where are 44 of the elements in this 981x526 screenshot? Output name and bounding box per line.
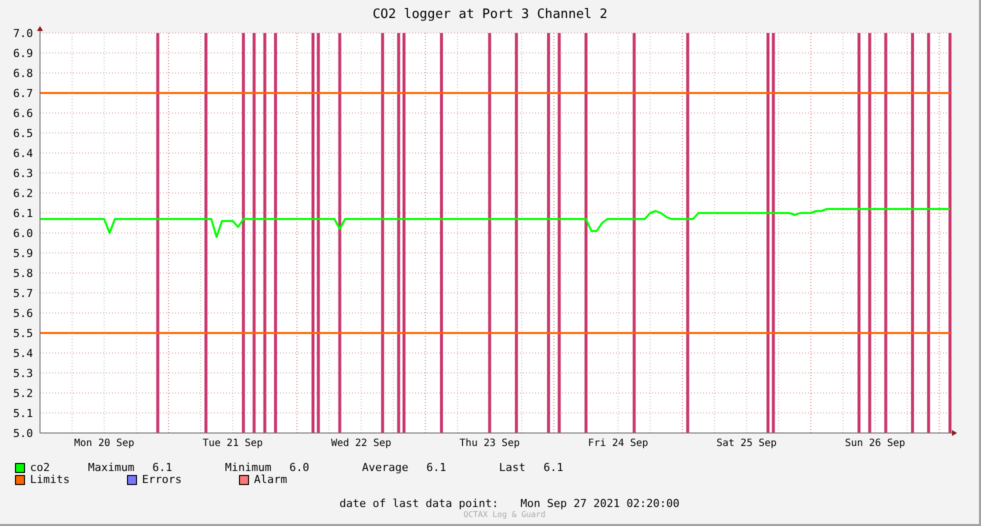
x-tick-label: Tue 21 Sep — [202, 438, 263, 449]
stat-value: 6.1 — [152, 462, 172, 474]
y-tick-label: 6.4 — [13, 147, 33, 160]
y-tick-label: 5.1 — [13, 407, 33, 420]
y-tick-label: 7.0 — [13, 27, 33, 40]
y-tick-label: 6.9 — [13, 47, 33, 60]
y-tick-label: 5.3 — [13, 367, 33, 380]
x-tick-label: Sat 25 Sep — [716, 438, 777, 449]
x-tick-label: Wed 22 Sep — [331, 438, 392, 449]
chart-title: CO2 logger at Port 3 Channel 2 — [372, 7, 608, 22]
last-data-label: date of last data point: — [340, 498, 498, 510]
stat-value: 6.1 — [544, 462, 564, 474]
legend-label: Errors — [142, 474, 182, 486]
x-tick-label: Mon 20 Sep — [74, 438, 134, 449]
stat-value: 6.0 — [289, 462, 310, 474]
stat-label: Maximum — [88, 462, 134, 474]
y-tick-label: 5.9 — [13, 247, 33, 260]
y-tick-label: 5.8 — [13, 267, 33, 280]
y-tick-label: 5.2 — [13, 387, 33, 400]
legend-label: co2 — [30, 462, 50, 474]
x-tick-label: Fri 24 Sep — [588, 438, 648, 449]
y-tick-label: 6.0 — [13, 227, 33, 240]
stat-label: Minimum — [225, 462, 272, 474]
legend-label: Limits — [30, 474, 70, 486]
y-tick-label: 6.1 — [13, 207, 33, 220]
y-tick-label: 5.5 — [13, 327, 33, 340]
legend-label: Alarm — [254, 474, 288, 486]
y-tick-label: 5.7 — [13, 287, 33, 300]
y-tick-label: 6.8 — [13, 67, 33, 80]
stat-label: Last — [499, 462, 526, 474]
y-tick-label: 6.2 — [13, 187, 33, 200]
stat-value: 6.1 — [426, 462, 446, 474]
y-tick-label: 5.4 — [13, 347, 33, 360]
brand-text: OCTAX Log & Guard — [464, 510, 546, 519]
y-tick-label: 5.6 — [13, 307, 33, 320]
y-tick-label: 5.0 — [13, 427, 33, 440]
y-tick-label: 6.7 — [13, 87, 33, 100]
stat-label: Average — [362, 462, 408, 474]
x-tick-label: Sun 26 Sep — [844, 438, 906, 449]
y-tick-label: 6.3 — [13, 167, 33, 180]
x-tick-label: Thu 23 Sep — [460, 438, 520, 449]
y-tick-label: 6.5 — [13, 127, 33, 140]
y-tick-label: 6.6 — [13, 107, 33, 120]
last-data-value: Mon Sep 27 2021 02:20:00 — [520, 498, 680, 510]
